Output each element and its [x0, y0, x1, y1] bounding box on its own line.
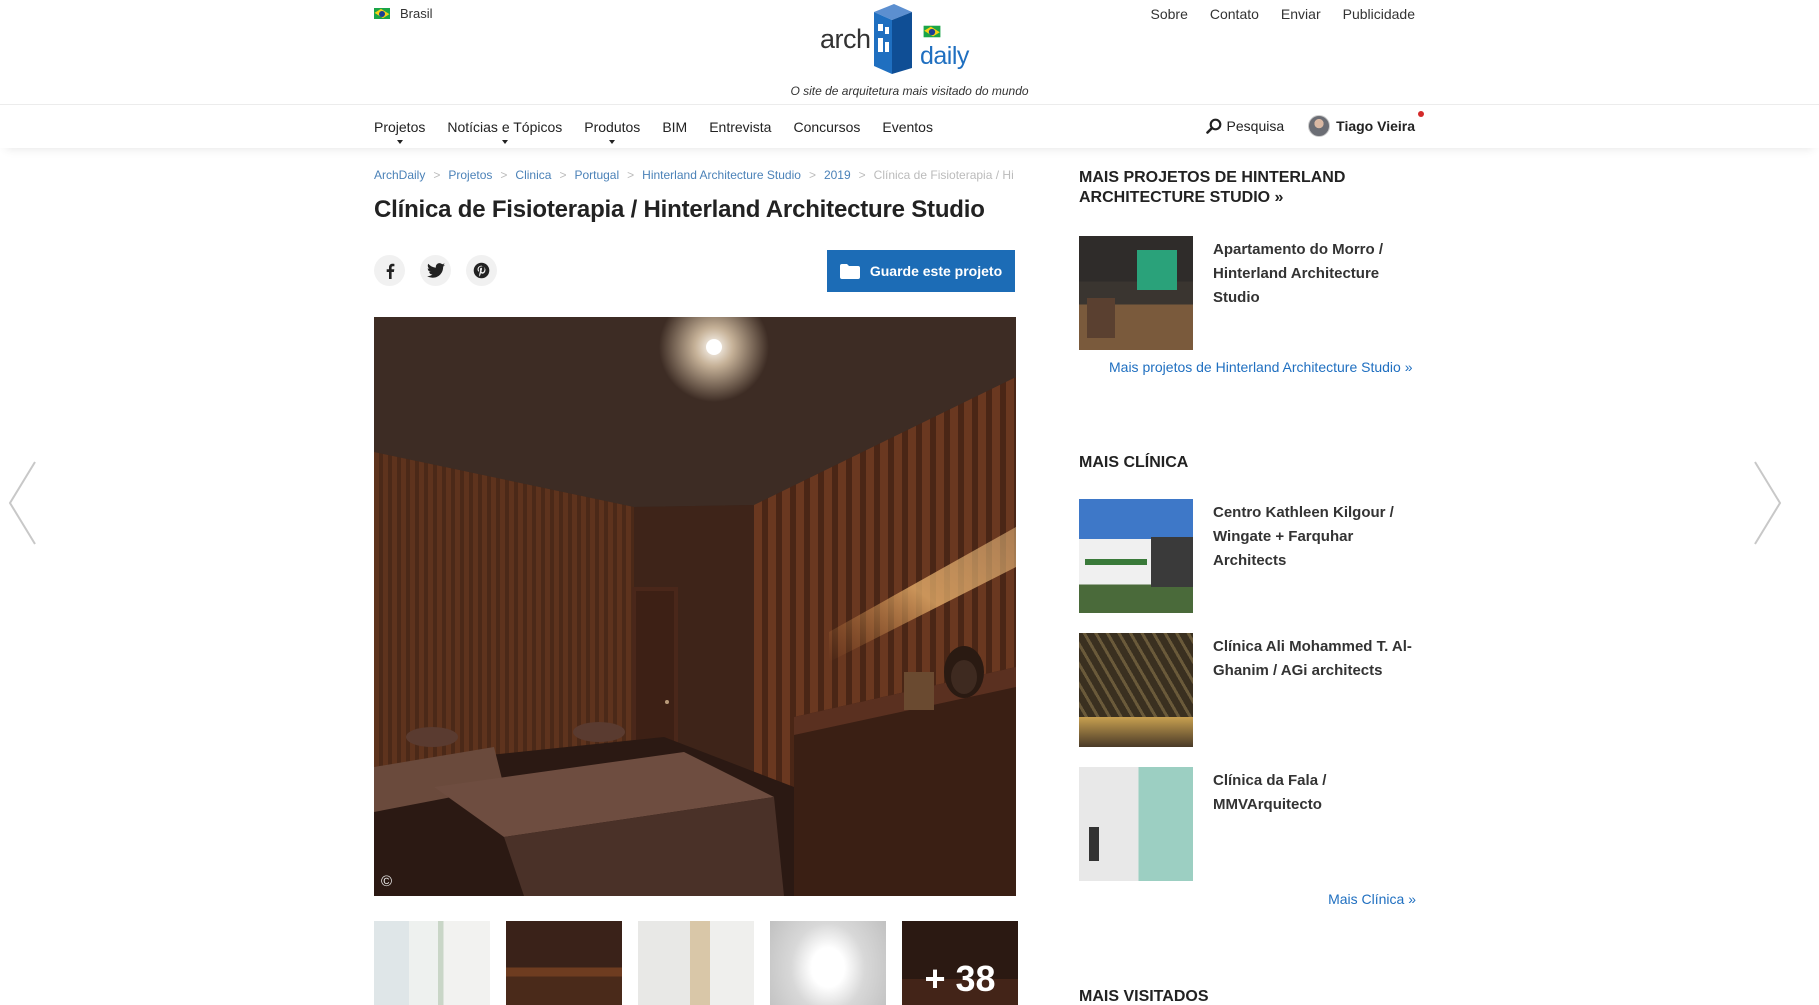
caret-down-icon: [396, 140, 403, 144]
logo-daily-text: daily: [920, 42, 969, 70]
gallery-more-thumbnail[interactable]: + 38: [902, 921, 1018, 1005]
project-title: Centro Kathleen Kilgour / Wingate + Farq…: [1213, 504, 1394, 569]
save-project-label: Guarde este projeto: [869, 263, 1003, 279]
nav-links: Projetos Notícias e Tópicos Produtos BIM…: [374, 119, 933, 144]
brazil-flag-icon: [374, 8, 390, 19]
breadcrumb-item[interactable]: Projetos: [448, 168, 492, 182]
breadcrumb-item[interactable]: Portugal: [574, 168, 619, 182]
top-link-publicidade[interactable]: Publicidade: [1343, 6, 1415, 22]
twitter-icon: [426, 263, 445, 278]
breadcrumb-item[interactable]: Hinterland Architecture Studio: [642, 168, 801, 182]
hero-image[interactable]: ©: [374, 317, 1016, 896]
nav-item-concursos[interactable]: Concursos: [793, 119, 860, 135]
project-title: Clínica Ali Mohammed T. Al-Ghanim / AGi …: [1213, 638, 1412, 679]
region-label: Brasil: [400, 6, 433, 21]
caret-down-icon: [501, 140, 508, 144]
nav-item-projetos[interactable]: Projetos: [374, 119, 426, 144]
share-buttons: [374, 255, 497, 286]
breadcrumb-separator-icon: >: [559, 168, 567, 182]
more-clinic-link[interactable]: Mais Clínica »: [1079, 891, 1416, 907]
gallery-thumbnail[interactable]: [638, 921, 754, 1005]
breadcrumb-item[interactable]: ArchDaily: [374, 168, 425, 182]
treatment-room-photo: [374, 317, 1016, 896]
gallery-thumbnail[interactable]: [506, 921, 622, 1005]
nav-item-entrevista[interactable]: Entrevista: [709, 119, 771, 135]
pinterest-share-button[interactable]: [466, 255, 497, 286]
logo-brazil-flag-icon: [923, 25, 941, 38]
search-icon: [1205, 118, 1221, 134]
copyright-icon: ©: [381, 873, 393, 890]
user-name: Tiago Vieira: [1336, 118, 1415, 134]
nav-item-bim[interactable]: BIM: [662, 119, 687, 135]
top-bar: Brasil arch daily Sobre Contato Enviar P…: [0, 0, 1819, 104]
user-menu[interactable]: Tiago Vieira: [1308, 111, 1424, 137]
nav-item-produtos[interactable]: Produtos: [584, 119, 641, 144]
more-projects-link[interactable]: Mais projetos de Hinterland Architecture…: [1109, 359, 1416, 375]
region-selector[interactable]: Brasil: [374, 6, 433, 21]
nav-item-label: Notícias e Tópicos: [447, 119, 563, 135]
search-button[interactable]: Pesquisa: [1205, 118, 1285, 134]
breadcrumb-separator-icon: >: [500, 168, 508, 182]
top-link-contato[interactable]: Contato: [1210, 6, 1259, 22]
folder-icon: [839, 263, 860, 279]
main-nav: Projetos Notícias e Tópicos Produtos BIM…: [0, 104, 1819, 148]
facebook-share-button[interactable]: [374, 255, 405, 286]
pinterest-icon: [473, 262, 490, 279]
search-label: Pesquisa: [1226, 118, 1285, 134]
more-projects-heading[interactable]: MAIS PROJETOS DE HINTERLAND ARCHITECTURE…: [1079, 168, 1349, 208]
nav-right: Pesquisa Tiago Vieira: [1205, 111, 1424, 137]
sidebar: MAIS PROJETOS DE HINTERLAND ARCHITECTURE…: [1079, 168, 1416, 1005]
top-links: Sobre Contato Enviar Publicidade: [1151, 6, 1415, 22]
most-visited-heading[interactable]: MAIS VISITADOS: [1079, 987, 1416, 1005]
logo-arch-text: arch: [820, 24, 871, 54]
caret-down-icon: [609, 140, 616, 144]
sidebar-project-card[interactable]: Clínica Ali Mohammed T. Al-Ghanim / AGi …: [1079, 633, 1416, 747]
more-clinic-heading[interactable]: MAIS CLÍNICA: [1079, 453, 1416, 473]
project-thumbnail: [1079, 499, 1193, 613]
next-project-arrow-icon[interactable]: [1753, 460, 1783, 546]
nav-item-eventos[interactable]: Eventos: [882, 119, 933, 135]
top-link-sobre[interactable]: Sobre: [1151, 6, 1188, 22]
project-thumbnail: [1079, 767, 1193, 881]
tagline: O site de arquitetura mais visitado do m…: [790, 84, 1029, 98]
project-thumbnail: [1079, 633, 1193, 747]
save-project-button[interactable]: Guarde este projeto: [827, 250, 1015, 292]
breadcrumb-separator-icon: >: [808, 168, 816, 182]
project-thumbnail: [1079, 236, 1193, 350]
top-link-enviar[interactable]: Enviar: [1281, 6, 1321, 22]
sidebar-project-card[interactable]: Clínica da Fala / MMVArquitecto: [1079, 767, 1416, 881]
sidebar-project-card[interactable]: Apartamento do Morro / Hinterland Archit…: [1079, 236, 1416, 350]
breadcrumb-item[interactable]: 2019: [824, 168, 851, 182]
nav-item-label: Produtos: [584, 119, 641, 135]
notification-dot-icon: [1418, 111, 1424, 117]
facebook-icon: [386, 263, 394, 279]
gallery-thumbnail[interactable]: [770, 921, 886, 1005]
sidebar-project-card[interactable]: Centro Kathleen Kilgour / Wingate + Farq…: [1079, 499, 1416, 613]
previous-project-arrow-icon[interactable]: [7, 460, 37, 546]
breadcrumb-separator-icon: >: [433, 168, 441, 182]
twitter-share-button[interactable]: [420, 255, 451, 286]
page-title: Clínica de Fisioterapia / Hinterland Arc…: [374, 196, 985, 223]
breadcrumb-current: Clínica de Fisioterapia / Hi: [873, 168, 1014, 182]
archdaily-logo[interactable]: arch daily: [820, 0, 970, 78]
breadcrumb: ArchDaily > Projetos > Clinica > Portugal > …: [374, 168, 1016, 182]
thumbnail-strip: + 38: [374, 921, 1018, 1005]
breadcrumb-separator-icon: >: [627, 168, 635, 182]
nav-item-label: Projetos: [374, 119, 426, 135]
breadcrumb-item[interactable]: Clinica: [515, 168, 551, 182]
more-photos-count: + 38: [902, 921, 1018, 1005]
nav-item-noticias[interactable]: Notícias e Tópicos: [447, 119, 563, 144]
logo-cube-icon: [874, 4, 912, 74]
breadcrumb-separator-icon: >: [858, 168, 866, 182]
avatar: [1308, 115, 1331, 137]
project-title: Clínica da Fala / MMVArquitecto: [1213, 772, 1327, 813]
project-title: Apartamento do Morro / Hinterland Archit…: [1213, 241, 1384, 306]
gallery-thumbnail[interactable]: [374, 921, 490, 1005]
